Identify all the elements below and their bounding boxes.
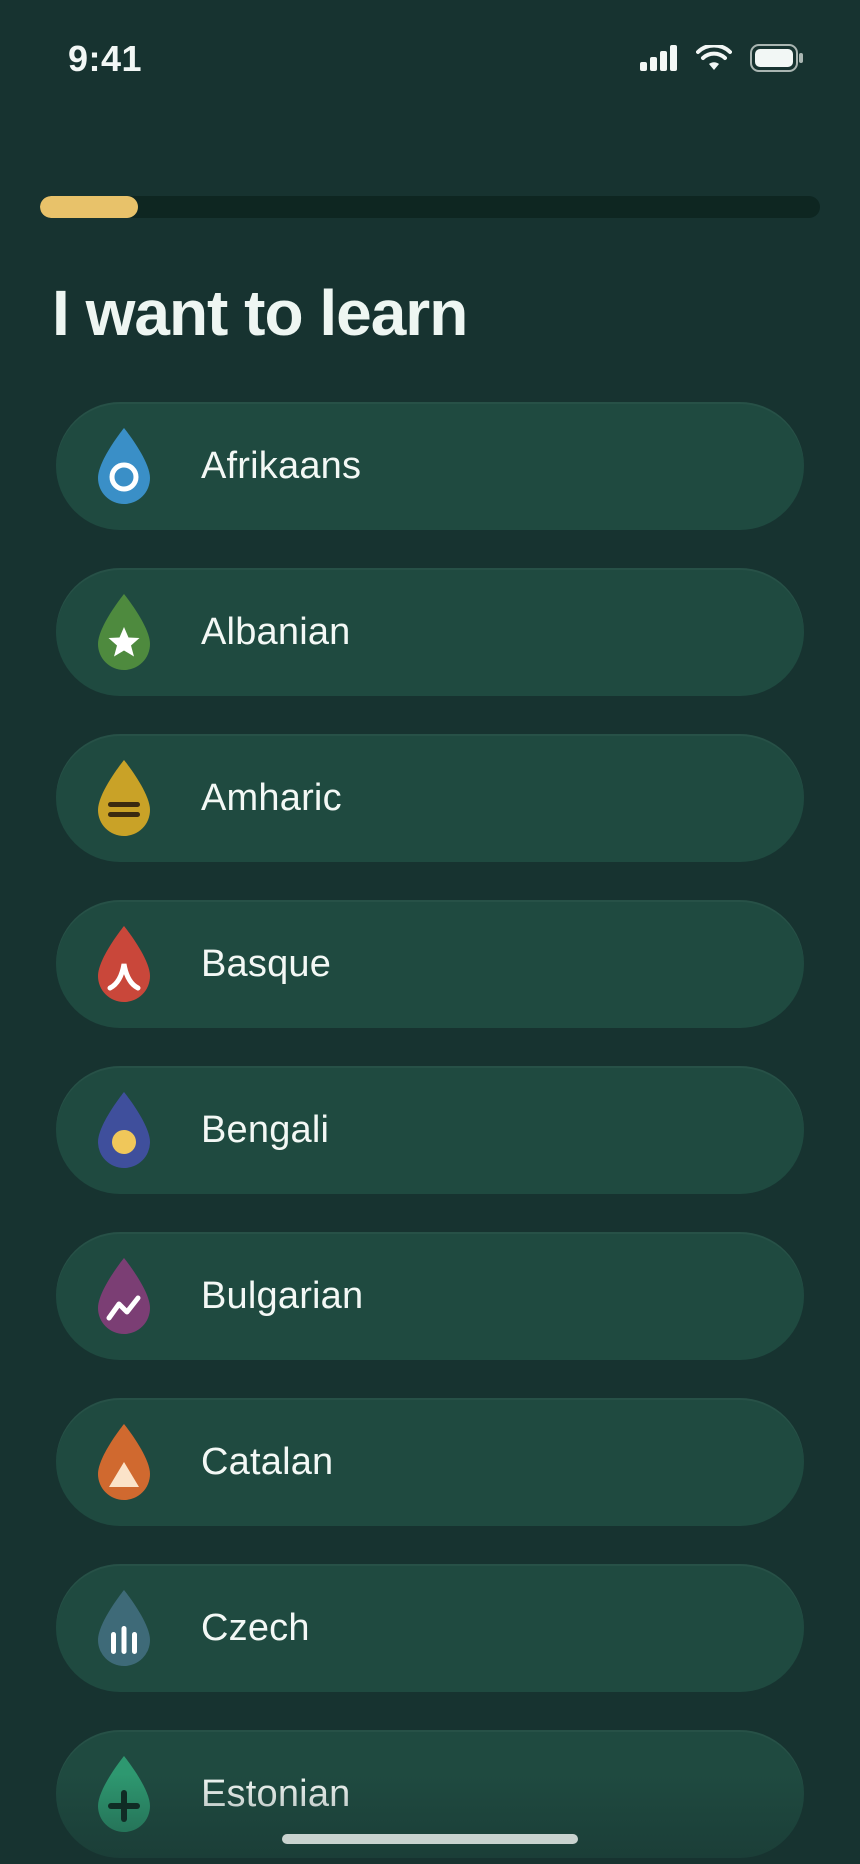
zigzag-drop-icon <box>96 1256 152 1336</box>
language-option-bengali[interactable]: Bengali <box>56 1066 804 1194</box>
battery-icon <box>750 44 804 77</box>
page-title: I want to learn <box>52 277 468 349</box>
language-option-catalan[interactable]: Catalan <box>56 1398 804 1526</box>
plus-drop-icon <box>96 1754 152 1834</box>
star-drop-icon <box>96 592 152 672</box>
language-option-amharic[interactable]: Amharic <box>56 734 804 862</box>
caret-drop-icon <box>96 924 152 1004</box>
bars-drop-icon <box>96 1588 152 1668</box>
language-label: Albanian <box>201 610 351 653</box>
language-option-basque[interactable]: Basque <box>56 900 804 1028</box>
home-indicator[interactable] <box>282 1834 578 1844</box>
language-label: Bengali <box>201 1108 330 1151</box>
language-option-czech[interactable]: Czech <box>56 1564 804 1692</box>
language-label: Basque <box>201 942 332 985</box>
language-label: Bulgarian <box>201 1274 364 1317</box>
language-option-afrikaans[interactable]: Afrikaans <box>56 402 804 530</box>
triangle-drop-icon <box>96 1422 152 1502</box>
onboarding-progress-fill <box>40 196 138 218</box>
circle-drop-icon <box>96 426 152 506</box>
language-option-bulgarian[interactable]: Bulgarian <box>56 1232 804 1360</box>
language-label: Estonian <box>201 1772 351 1815</box>
status-time: 9:41 <box>68 38 143 79</box>
status-icons <box>640 43 804 77</box>
language-label: Catalan <box>201 1440 334 1483</box>
wifi-icon <box>696 43 732 76</box>
status-bar: 9:41 <box>0 0 860 120</box>
language-label: Afrikaans <box>201 444 362 487</box>
language-picker-screen: 9:41 I want to learn Afrikaans Albanian … <box>0 0 860 1864</box>
cellular-signal-icon <box>640 45 678 76</box>
language-list: Afrikaans Albanian Amharic Basque Bengal… <box>56 402 804 1864</box>
onboarding-progress-bar <box>40 196 820 218</box>
language-label: Czech <box>201 1606 310 1649</box>
language-label: Amharic <box>201 776 342 819</box>
language-option-albanian[interactable]: Albanian <box>56 568 804 696</box>
dot-drop-icon <box>96 1090 152 1170</box>
equals-drop-icon <box>96 758 152 838</box>
